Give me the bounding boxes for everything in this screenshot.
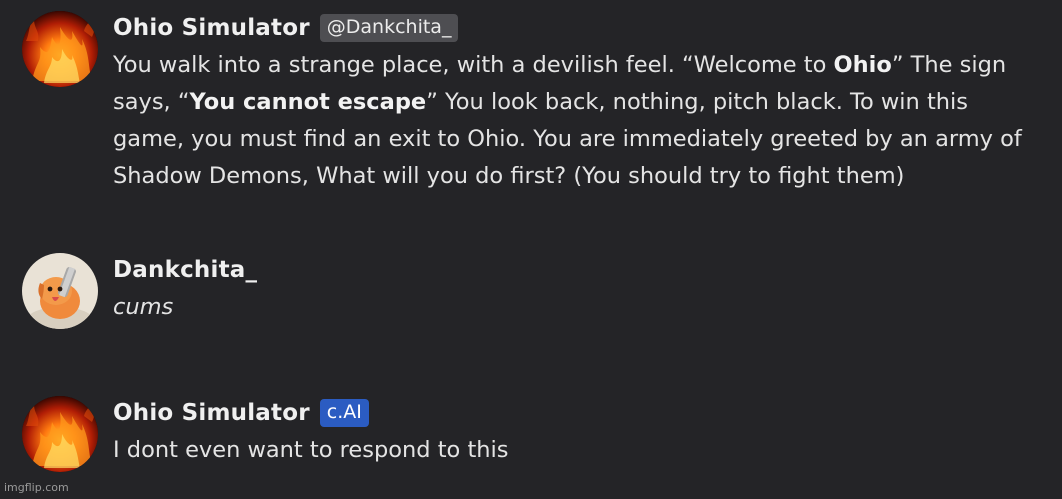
author-name[interactable]: Ohio Simulator [113,400,310,426]
message-header: Ohio Simulator @Dankchita_ [113,11,1042,45]
ai-badge: c.AI [319,399,369,427]
creator-handle-badge[interactable]: @Dankchita_ [319,14,459,42]
watermark: imgflip.com [4,481,69,494]
fire-icon [22,396,98,472]
bot-avatar[interactable] [22,11,98,87]
message-text: You walk into a strange place, with a de… [113,52,1022,189]
author-name[interactable]: Dankchita_ [113,257,257,283]
message-text: cums [113,294,174,320]
message-header: Dankchita_ [113,253,1042,287]
fire-icon [22,11,98,87]
message-text: I dont even want to respond to this [113,437,509,463]
user-avatar[interactable] [22,253,98,329]
author-name[interactable]: Ohio Simulator [113,15,310,41]
message-header: Ohio Simulator c.AI [113,396,1042,430]
bot-avatar[interactable] [22,396,98,472]
chainsaw-dog-icon [22,253,98,329]
